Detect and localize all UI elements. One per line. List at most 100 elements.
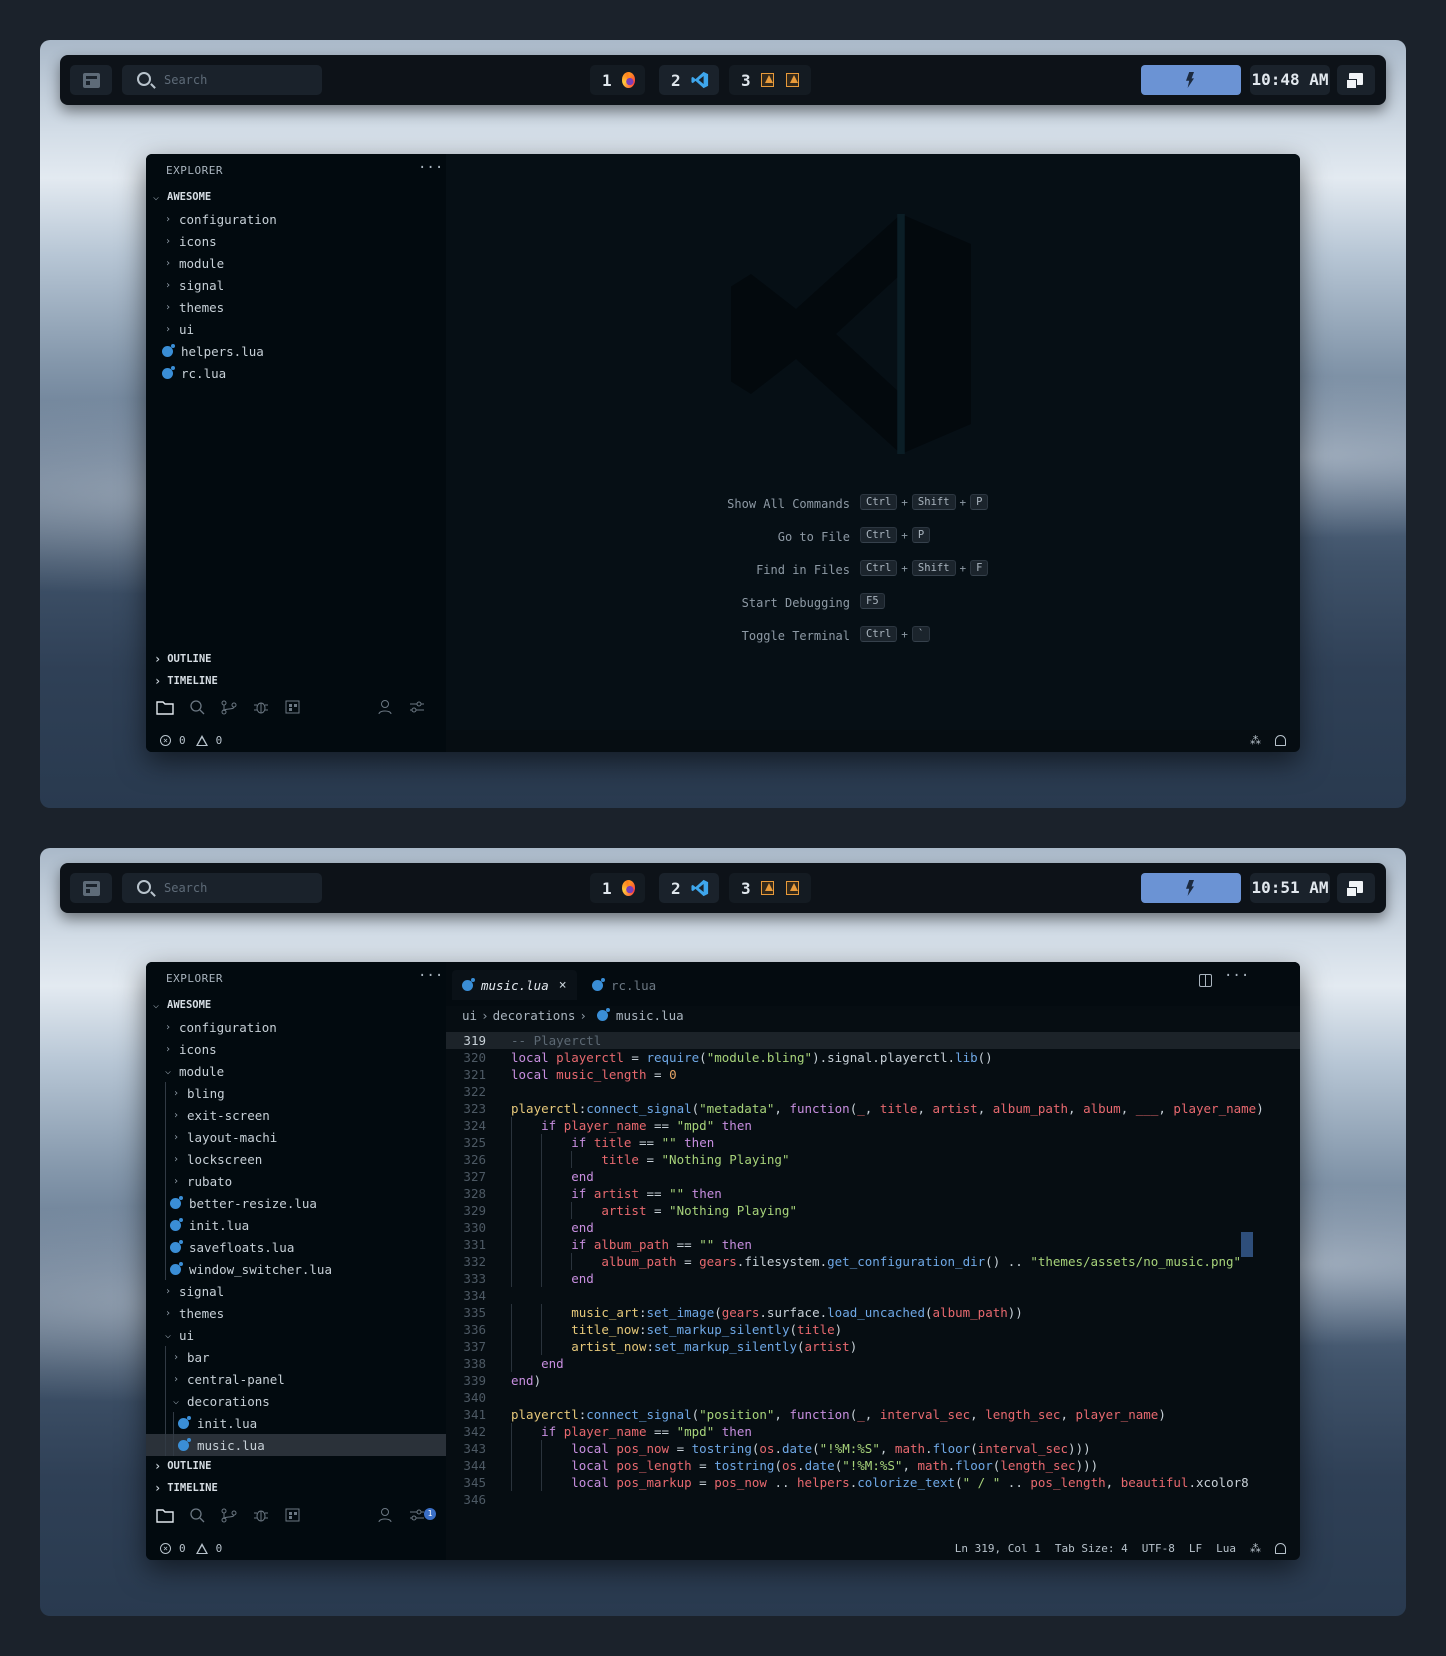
tab-music-lua[interactable]: music.lua × — [452, 970, 577, 1000]
tree-file[interactable]: music.lua — [146, 1434, 446, 1456]
code-line[interactable]: 324 if player_name == "mpd" then — [446, 1117, 1300, 1134]
tree-folder[interactable]: › module — [146, 252, 446, 274]
code-line[interactable]: 326 title = "Nothing Playing" — [446, 1151, 1300, 1168]
tab-size[interactable]: Tab Size: 4 — [1055, 1542, 1128, 1555]
code-line[interactable]: 323 playerctl:connect_signal("metadata", … — [446, 1100, 1300, 1117]
account-icon[interactable] — [376, 699, 396, 715]
tree-folder[interactable]: › exit-screen — [146, 1104, 446, 1126]
cursor-position[interactable]: Ln 319, Col 1 — [955, 1542, 1041, 1555]
code-line[interactable]: 328 if artist == "" then — [446, 1185, 1300, 1202]
tree-folder[interactable]: › bar — [146, 1346, 446, 1368]
tree-file[interactable]: better-resize.lua — [146, 1192, 446, 1214]
language-mode[interactable]: Lua — [1216, 1542, 1236, 1555]
more-actions-icon[interactable]: ··· — [418, 160, 443, 176]
tree-file[interactable]: window_switcher.lua — [146, 1258, 446, 1280]
workspace-2[interactable]: 2 — [659, 65, 719, 95]
tree-folder[interactable]: ⌵ ui — [146, 1324, 446, 1346]
launcher-button[interactable] — [70, 65, 112, 95]
code-line[interactable]: 331 if album_path == "" then — [446, 1236, 1300, 1253]
code-line[interactable]: 342 if player_name == "mpd" then — [446, 1423, 1300, 1440]
code-line[interactable]: 333 end — [446, 1270, 1300, 1287]
tree-folder[interactable]: › themes — [146, 1302, 446, 1324]
tree-root[interactable]: ⌵ AWESOME — [146, 994, 446, 1016]
debug-icon[interactable] — [252, 699, 272, 715]
tree-file[interactable]: init.lua — [146, 1214, 446, 1236]
workspace-1[interactable]: 1 — [590, 873, 645, 903]
code-line[interactable]: 330 end — [446, 1219, 1300, 1236]
code-line[interactable]: 319 -- Playerctl — [446, 1032, 1300, 1049]
tree-folder[interactable]: › configuration — [146, 1016, 446, 1038]
code-line[interactable]: 322 — [446, 1083, 1300, 1100]
split-editor-icon[interactable] — [1199, 974, 1212, 987]
screens-button[interactable] — [1337, 65, 1375, 95]
code-line[interactable]: 332 album_path = gears.filesystem.get_co… — [446, 1253, 1300, 1270]
source-control-icon[interactable] — [220, 699, 240, 715]
breadcrumb-item[interactable]: music.lua — [616, 1008, 684, 1023]
tree-root[interactable]: ⌵ AWESOME — [146, 186, 446, 208]
search-icon[interactable] — [188, 699, 208, 715]
code-line[interactable]: 329 artist = "Nothing Playing" — [446, 1202, 1300, 1219]
encoding[interactable]: UTF-8 — [1142, 1542, 1175, 1555]
extensions-icon[interactable] — [284, 699, 304, 715]
code-line[interactable]: 340 — [446, 1389, 1300, 1406]
account-icon[interactable] — [376, 1507, 396, 1523]
explorer-icon[interactable] — [156, 1507, 176, 1523]
code-line[interactable]: 325 if title == "" then — [446, 1134, 1300, 1151]
outline-section[interactable]: › OUTLINE — [154, 1459, 212, 1473]
line-ending[interactable]: LF — [1189, 1542, 1202, 1555]
code-line[interactable]: 336 title_now:set_markup_silently(title) — [446, 1321, 1300, 1338]
timeline-section[interactable]: › TIMELINE — [154, 674, 218, 688]
code-line[interactable]: 327 end — [446, 1168, 1300, 1185]
settings-icon[interactable] — [408, 699, 428, 715]
tree-folder[interactable]: › layout-machi — [146, 1126, 446, 1148]
explorer-icon[interactable] — [156, 699, 176, 715]
more-actions-icon[interactable]: ··· — [418, 968, 443, 984]
code-line[interactable]: 343 local pos_now = tostring(os.date("!%… — [446, 1440, 1300, 1457]
breadcrumb-item[interactable]: decorations — [493, 1008, 576, 1023]
tree-folder[interactable]: › signal — [146, 274, 446, 296]
power-mode-button[interactable] — [1141, 873, 1241, 903]
code-line[interactable]: 334 — [446, 1287, 1300, 1304]
problems-indicator[interactable]: × 0 0 — [160, 1542, 222, 1555]
tree-folder[interactable]: › signal — [146, 1280, 446, 1302]
tree-folder[interactable]: › icons — [146, 1038, 446, 1060]
search-box[interactable]: Search — [122, 65, 322, 95]
code-line[interactable]: 344 local pos_length = tostring(os.date(… — [446, 1457, 1300, 1474]
tree-folder[interactable]: › icons — [146, 230, 446, 252]
source-control-icon[interactable] — [220, 1507, 240, 1523]
launcher-button[interactable] — [70, 873, 112, 903]
outline-section[interactable]: › OUTLINE — [154, 652, 212, 666]
tree-folder[interactable]: › configuration — [146, 208, 446, 230]
accessibility-icon[interactable]: ⁂ — [1250, 734, 1261, 747]
code-line[interactable]: 337 artist_now:set_markup_silently(artis… — [446, 1338, 1300, 1355]
code-line[interactable]: 320 local playerctl = require("module.bli… — [446, 1049, 1300, 1066]
problems-indicator[interactable]: × 0 0 — [160, 734, 222, 747]
tree-file[interactable]: savefloats.lua — [146, 1236, 446, 1258]
code-line[interactable]: 345 local pos_markup = pos_now .. helper… — [446, 1474, 1300, 1491]
tree-folder[interactable]: › central-panel — [146, 1368, 446, 1390]
debug-icon[interactable] — [252, 1507, 272, 1523]
more-actions-icon[interactable]: ··· — [1224, 968, 1249, 984]
tree-file[interactable]: helpers.lua — [146, 340, 446, 362]
tree-file[interactable]: rc.lua — [146, 362, 446, 384]
tree-folder[interactable]: › rubato — [146, 1170, 446, 1192]
search-icon[interactable] — [188, 1507, 208, 1523]
tree-folder[interactable]: › lockscreen — [146, 1148, 446, 1170]
power-mode-button[interactable] — [1141, 65, 1241, 95]
code-line[interactable]: 346 — [446, 1491, 1300, 1508]
tree-folder[interactable]: ⌵ module — [146, 1060, 446, 1082]
screens-button[interactable] — [1337, 873, 1375, 903]
code-line[interactable]: 321 local music_length = 0 — [446, 1066, 1300, 1083]
breadcrumb-item[interactable]: ui — [462, 1008, 477, 1023]
workspace-1[interactable]: 1 — [590, 65, 645, 95]
code-line[interactable]: 338 end — [446, 1355, 1300, 1372]
tree-file[interactable]: init.lua — [146, 1412, 446, 1434]
workspace-3[interactable]: 3 — [729, 873, 811, 903]
tree-folder[interactable]: › bling — [146, 1082, 446, 1104]
notifications-icon[interactable] — [1275, 735, 1286, 746]
accessibility-icon[interactable]: ⁂ — [1250, 1542, 1261, 1555]
tree-folder[interactable]: › ui — [146, 318, 446, 340]
tree-folder[interactable]: › themes — [146, 296, 446, 318]
code-area[interactable]: 319 -- Playerctl 320 local playerctl = requ… — [446, 1032, 1300, 1538]
workspace-3[interactable]: 3 — [729, 65, 811, 95]
